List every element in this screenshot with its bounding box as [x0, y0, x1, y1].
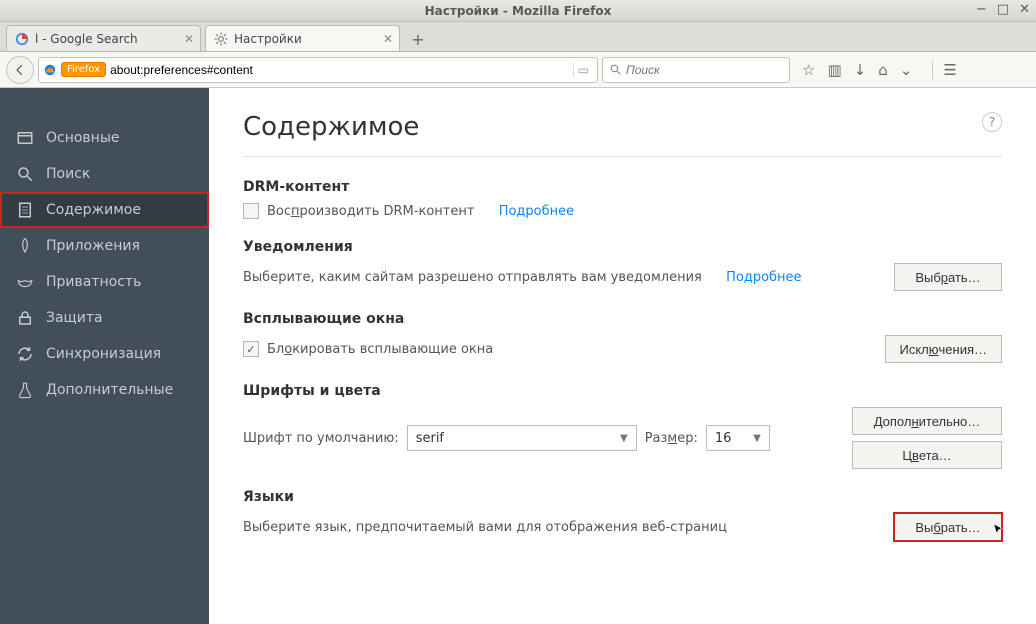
notifications-learn-more-link[interactable]: Подробнее [726, 270, 801, 285]
sidebar-item-label: Содержимое [46, 202, 141, 218]
drm-checkbox-label: Воспроизводить DRM-контент [267, 204, 474, 219]
section-heading: DRM-контент [243, 179, 1002, 195]
chevron-down-icon: ▼ [620, 433, 628, 444]
default-font-select[interactable]: serif ▼ [407, 425, 637, 451]
notifications-desc: Выберите, каким сайтам разрешено отправл… [243, 270, 702, 285]
sync-icon [16, 345, 34, 363]
default-font-value: serif [416, 431, 444, 446]
font-size-select[interactable]: 16 ▼ [706, 425, 770, 451]
sidebar-item-label: Поиск [46, 166, 90, 182]
sidebar-item-general[interactable]: Основные [0, 120, 209, 156]
reader-mode-icon[interactable]: ▭ [573, 63, 593, 77]
section-notifications: Уведомления Выберите, каким сайтам разре… [243, 239, 1002, 291]
window-maximize-icon[interactable]: □ [997, 2, 1009, 17]
mask-icon [16, 273, 34, 291]
languages-desc: Выберите язык, предпочитаемый вами для о… [243, 520, 727, 535]
sidebar-item-sync[interactable]: Синхронизация [0, 336, 209, 372]
sidebar-item-label: Дополнительные [46, 382, 173, 398]
pocket-icon[interactable]: ⌄ [900, 61, 913, 79]
tab-strip: l - Google Search ✕ Настройки ✕ + [0, 22, 1036, 52]
url-input[interactable] [110, 63, 569, 77]
section-fonts: Шрифты и цвета Шрифт по умолчанию: serif… [243, 383, 1002, 469]
window-titlebar: Настройки - Mozilla Firefox − □ ✕ [0, 0, 1036, 22]
magnify-icon [609, 63, 622, 76]
drm-learn-more-link[interactable]: Подробнее [499, 204, 574, 219]
window-close-icon[interactable]: ✕ [1019, 2, 1030, 17]
default-font-label: Шрифт по умолчанию: [243, 431, 399, 446]
google-favicon-icon [15, 32, 29, 46]
search-input[interactable] [626, 63, 783, 77]
lock-icon [16, 309, 34, 327]
drm-checkbox[interactable] [243, 203, 259, 219]
flask-icon [16, 381, 34, 399]
home-icon[interactable]: ⌂ [878, 61, 888, 79]
sidebar-item-label: Приватность [46, 274, 141, 290]
section-heading: Всплывающие окна [243, 311, 1002, 327]
section-popups: Всплывающие окна ✓ Блокировать всплывающ… [243, 311, 1002, 363]
help-icon[interactable]: ? [982, 112, 1002, 132]
hamburger-menu-icon[interactable]: ☰ [932, 61, 956, 79]
navigation-toolbar: Firefox ▭ ☆ ▥ ↓ ⌂ ⌄ ☰ [0, 52, 1036, 88]
font-size-label: Размер: [645, 431, 698, 446]
arrow-left-icon [13, 63, 27, 77]
notifications-choose-button[interactable]: Выбрать… [894, 263, 1002, 291]
chevron-down-icon: ▼ [753, 433, 761, 444]
tab-close-icon[interactable]: ✕ [184, 32, 194, 46]
tab-label: l - Google Search [35, 32, 138, 46]
sidebar-icon[interactable]: ▥ [827, 61, 841, 79]
section-languages: Языки Выберите язык, предпочитаемый вами… [243, 489, 1002, 541]
rocket-icon [16, 237, 34, 255]
sidebar-item-security[interactable]: Защита [0, 300, 209, 336]
new-tab-button[interactable]: + [404, 27, 432, 51]
sidebar-item-applications[interactable]: Приложения [0, 228, 209, 264]
back-button[interactable] [6, 56, 34, 84]
font-size-value: 16 [715, 431, 732, 446]
preferences-sidebar: Основные Поиск Содержимое Приложения При… [0, 88, 209, 624]
sidebar-item-advanced[interactable]: Дополнительные [0, 372, 209, 408]
sidebar-item-label: Основные [46, 130, 120, 146]
search-bar[interactable] [602, 57, 790, 83]
browser-tab-google[interactable]: l - Google Search ✕ [6, 25, 201, 51]
languages-choose-button[interactable]: Выбрать… [894, 513, 1002, 541]
preferences-main: Основные Поиск Содержимое Приложения При… [0, 88, 1036, 624]
identity-badge: Firefox [61, 62, 106, 77]
section-drm: DRM-контент Воспроизводить DRM-контент П… [243, 179, 1002, 219]
popup-block-label: Блокировать всплывающие окна [267, 342, 493, 357]
tab-label: Настройки [234, 32, 302, 46]
document-icon [16, 201, 34, 219]
gear-favicon-icon [214, 32, 228, 46]
section-heading: Языки [243, 489, 1002, 505]
preferences-content: ? Содержимое DRM-контент Воспроизводить … [209, 88, 1036, 624]
sidebar-item-label: Защита [46, 310, 103, 326]
tab-close-icon[interactable]: ✕ [383, 32, 393, 46]
sidebar-item-label: Приложения [46, 238, 140, 254]
window-title: Настройки - Mozilla Firefox [425, 4, 612, 18]
page-title: Содержимое [243, 112, 1002, 142]
section-heading: Уведомления [243, 239, 1002, 255]
sidebar-item-search[interactable]: Поиск [0, 156, 209, 192]
downloads-icon[interactable]: ↓ [854, 61, 867, 79]
url-bar[interactable]: Firefox ▭ [38, 57, 598, 83]
browser-tab-settings[interactable]: Настройки ✕ [205, 25, 400, 51]
firefox-globe-icon [43, 63, 57, 77]
window-minimize-icon[interactable]: − [976, 2, 987, 17]
fonts-advanced-button[interactable]: Дополнительно… [852, 407, 1002, 435]
popup-exceptions-button[interactable]: Исключения… [885, 335, 1003, 363]
search-icon [16, 165, 34, 183]
section-heading: Шрифты и цвета [243, 383, 1002, 399]
sidebar-item-privacy[interactable]: Приватность [0, 264, 209, 300]
colors-button[interactable]: Цвета… [852, 441, 1002, 469]
bookmark-star-icon[interactable]: ☆ [802, 61, 815, 79]
popup-block-checkbox[interactable]: ✓ [243, 341, 259, 357]
sidebar-item-content[interactable]: Содержимое [0, 192, 209, 228]
window-icon [16, 129, 34, 147]
sidebar-item-label: Синхронизация [46, 346, 161, 362]
